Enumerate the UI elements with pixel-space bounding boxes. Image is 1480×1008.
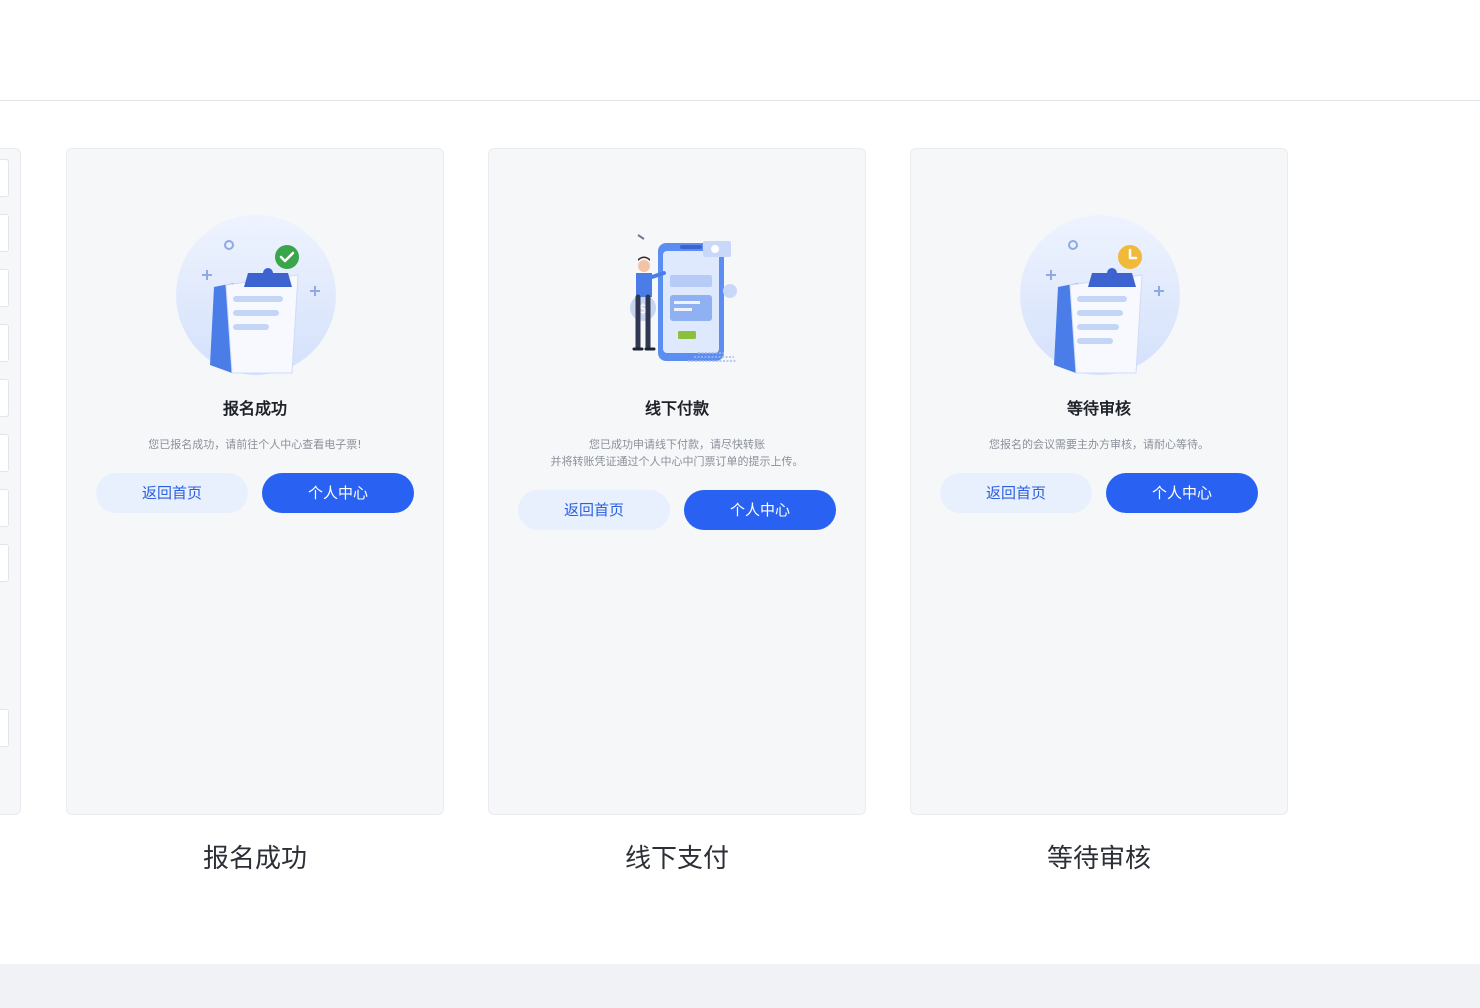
clipboard-clock-icon: [1020, 215, 1180, 375]
form-field[interactable]: [0, 159, 9, 197]
registration-success-card: 报名成功 您已报名成功，请前往个人中心查看电子票! 返回首页 个人中心: [66, 148, 444, 815]
form-field[interactable]: [0, 214, 9, 252]
partial-form-card: [0, 148, 21, 815]
pending-review-card: 等待审核 您报名的会议需要主办方审核，请耐心等待。 返回首页 个人中心: [910, 148, 1288, 815]
back-home-button[interactable]: 返回首页: [518, 490, 670, 530]
back-home-button[interactable]: 返回首页: [940, 473, 1092, 513]
top-bar: [0, 0, 1480, 101]
form-field[interactable]: [0, 269, 9, 307]
card-caption: 等待审核: [1046, 844, 1151, 874]
personal-center-button[interactable]: 个人中心: [262, 473, 414, 513]
offline-payment-phone-icon: $: [630, 234, 737, 362]
footer-band: [0, 964, 1480, 1008]
clipboard-check-icon: [176, 215, 336, 375]
form-field[interactable]: [0, 324, 9, 362]
card-description: 您已报名成功，请前往个人中心查看电子票!: [148, 438, 362, 451]
form-field[interactable]: [0, 489, 9, 527]
card-caption: 线下支付: [624, 844, 729, 874]
card-caption: 报名成功: [202, 844, 307, 874]
card-title: 线下付款: [644, 399, 709, 418]
form-field[interactable]: [0, 544, 9, 582]
form-field[interactable]: [0, 709, 9, 747]
form-field[interactable]: [0, 379, 9, 417]
card-description: 您报名的会议需要主办方审核，请耐心等待。: [989, 438, 1209, 451]
personal-center-button[interactable]: 个人中心: [684, 490, 836, 530]
form-field[interactable]: [0, 434, 9, 472]
card-title: 等待审核: [1066, 399, 1131, 418]
back-home-button[interactable]: 返回首页: [96, 473, 248, 513]
card-description: 您已成功申请线下付款，请尽快转账 并将转账凭证通过个人中心中门票订单的提示上传。: [550, 438, 804, 468]
personal-center-button[interactable]: 个人中心: [1106, 473, 1258, 513]
offline-payment-card: $ 线下付款 您已成功申请线下付款，请尽快转账 并将转账凭证通过个人中心中门票订…: [488, 148, 866, 815]
card-title: 报名成功: [222, 399, 287, 418]
